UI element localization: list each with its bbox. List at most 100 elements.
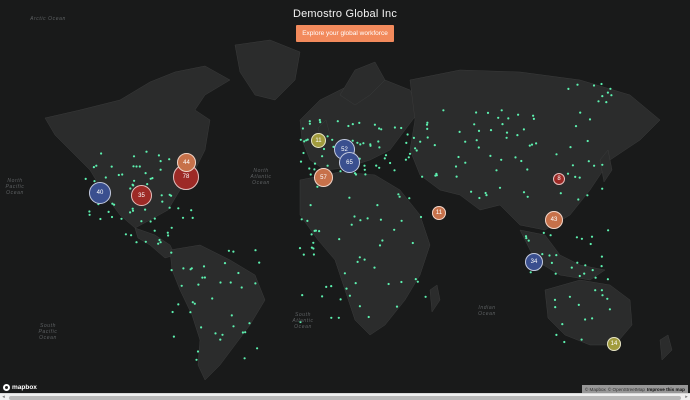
attribution-osm-link[interactable]: © OpenStreetMap	[608, 387, 645, 392]
employee-marker[interactable]	[330, 316, 333, 319]
employee-marker[interactable]	[167, 234, 170, 237]
employee-marker[interactable]	[378, 244, 382, 247]
employee-marker[interactable]	[577, 198, 580, 201]
employee-marker[interactable]	[171, 310, 174, 314]
employee-marker[interactable]	[406, 133, 409, 136]
employee-marker[interactable]	[301, 294, 304, 297]
employee-marker[interactable]	[426, 136, 429, 139]
employee-marker[interactable]	[339, 170, 342, 173]
employee-marker[interactable]	[237, 271, 240, 275]
employee-marker[interactable]	[219, 281, 222, 284]
employee-marker[interactable]	[302, 253, 305, 256]
employee-marker[interactable]	[600, 255, 604, 258]
scroll-left-icon[interactable]: ◂	[0, 394, 7, 400]
employee-marker[interactable]	[161, 200, 164, 203]
employee-marker[interactable]	[354, 173, 358, 176]
employee-marker[interactable]	[88, 210, 91, 213]
employee-marker[interactable]	[331, 138, 334, 141]
employee-marker[interactable]	[211, 297, 214, 300]
employee-marker[interactable]	[601, 163, 604, 166]
employee-marker[interactable]	[363, 164, 366, 167]
employee-marker[interactable]	[180, 284, 183, 287]
employee-marker[interactable]	[313, 168, 316, 171]
employee-marker[interactable]	[131, 183, 134, 186]
employee-marker[interactable]	[442, 109, 445, 112]
employee-marker[interactable]	[151, 177, 154, 180]
employee-marker[interactable]	[505, 136, 508, 139]
employee-marker[interactable]	[594, 289, 597, 292]
employee-marker[interactable]	[312, 253, 315, 256]
employee-marker[interactable]	[384, 154, 388, 157]
employee-marker[interactable]	[426, 127, 429, 130]
employee-marker[interactable]	[590, 235, 594, 238]
employee-marker[interactable]	[301, 127, 304, 130]
employee-marker[interactable]	[358, 305, 361, 308]
employee-marker[interactable]	[378, 146, 381, 149]
employee-marker[interactable]	[404, 158, 407, 161]
employee-marker[interactable]	[580, 237, 584, 240]
employee-marker[interactable]	[203, 276, 206, 279]
employee-marker[interactable]	[489, 129, 493, 132]
employee-marker[interactable]	[555, 254, 558, 257]
employee-marker[interactable]	[191, 216, 194, 219]
employee-marker[interactable]	[606, 91, 610, 94]
employee-marker[interactable]	[343, 272, 346, 275]
employee-marker[interactable]	[584, 264, 587, 267]
employee-marker[interactable]	[202, 265, 206, 268]
employee-marker[interactable]	[230, 314, 233, 317]
employee-marker[interactable]	[318, 118, 321, 122]
employee-marker[interactable]	[232, 250, 235, 253]
employee-marker[interactable]	[425, 123, 429, 126]
employee-marker[interactable]	[575, 236, 579, 239]
employee-marker[interactable]	[354, 282, 357, 285]
cluster-india[interactable]: 11	[432, 206, 446, 220]
employee-marker[interactable]	[498, 186, 502, 189]
employee-marker[interactable]	[570, 266, 573, 269]
employee-marker[interactable]	[321, 155, 324, 158]
employee-marker[interactable]	[350, 223, 353, 226]
employee-marker[interactable]	[325, 285, 328, 288]
employee-marker[interactable]	[464, 161, 467, 164]
employee-marker[interactable]	[373, 123, 376, 126]
employee-marker[interactable]	[364, 173, 367, 176]
employee-marker[interactable]	[541, 253, 544, 256]
employee-marker[interactable]	[144, 172, 147, 175]
employee-marker[interactable]	[381, 239, 384, 242]
employee-marker[interactable]	[433, 144, 436, 147]
employee-marker[interactable]	[589, 242, 592, 246]
employee-marker[interactable]	[407, 156, 410, 159]
employee-marker[interactable]	[554, 272, 557, 275]
employee-marker[interactable]	[376, 204, 379, 207]
employee-marker[interactable]	[121, 173, 124, 176]
employee-marker[interactable]	[477, 129, 481, 132]
employee-marker[interactable]	[124, 233, 127, 236]
employee-marker[interactable]	[313, 162, 317, 165]
employee-marker[interactable]	[241, 331, 244, 334]
employee-marker[interactable]	[144, 240, 147, 243]
employee-marker[interactable]	[166, 231, 169, 234]
employee-marker[interactable]	[318, 230, 321, 233]
employee-marker[interactable]	[149, 220, 152, 223]
employee-marker[interactable]	[500, 109, 503, 112]
employee-marker[interactable]	[520, 159, 523, 163]
employee-marker[interactable]	[319, 121, 322, 124]
employee-marker[interactable]	[303, 140, 306, 143]
employee-marker[interactable]	[600, 82, 603, 86]
employee-marker[interactable]	[569, 146, 572, 149]
employee-marker[interactable]	[358, 121, 361, 124]
employee-marker[interactable]	[326, 135, 329, 138]
employee-marker[interactable]	[408, 152, 412, 155]
mapbox-logo[interactable]: mapbox	[3, 383, 37, 392]
employee-marker[interactable]	[408, 197, 411, 200]
employee-marker[interactable]	[568, 295, 572, 298]
employee-marker[interactable]	[170, 269, 173, 272]
employee-marker[interactable]	[144, 208, 147, 211]
employee-marker[interactable]	[359, 219, 362, 222]
employee-marker[interactable]	[606, 297, 609, 300]
employee-marker[interactable]	[419, 140, 422, 143]
employee-marker[interactable]	[576, 261, 579, 264]
employee-marker[interactable]	[248, 322, 251, 325]
employee-marker[interactable]	[577, 303, 580, 306]
employee-marker[interactable]	[244, 331, 247, 334]
employee-marker[interactable]	[411, 241, 414, 245]
